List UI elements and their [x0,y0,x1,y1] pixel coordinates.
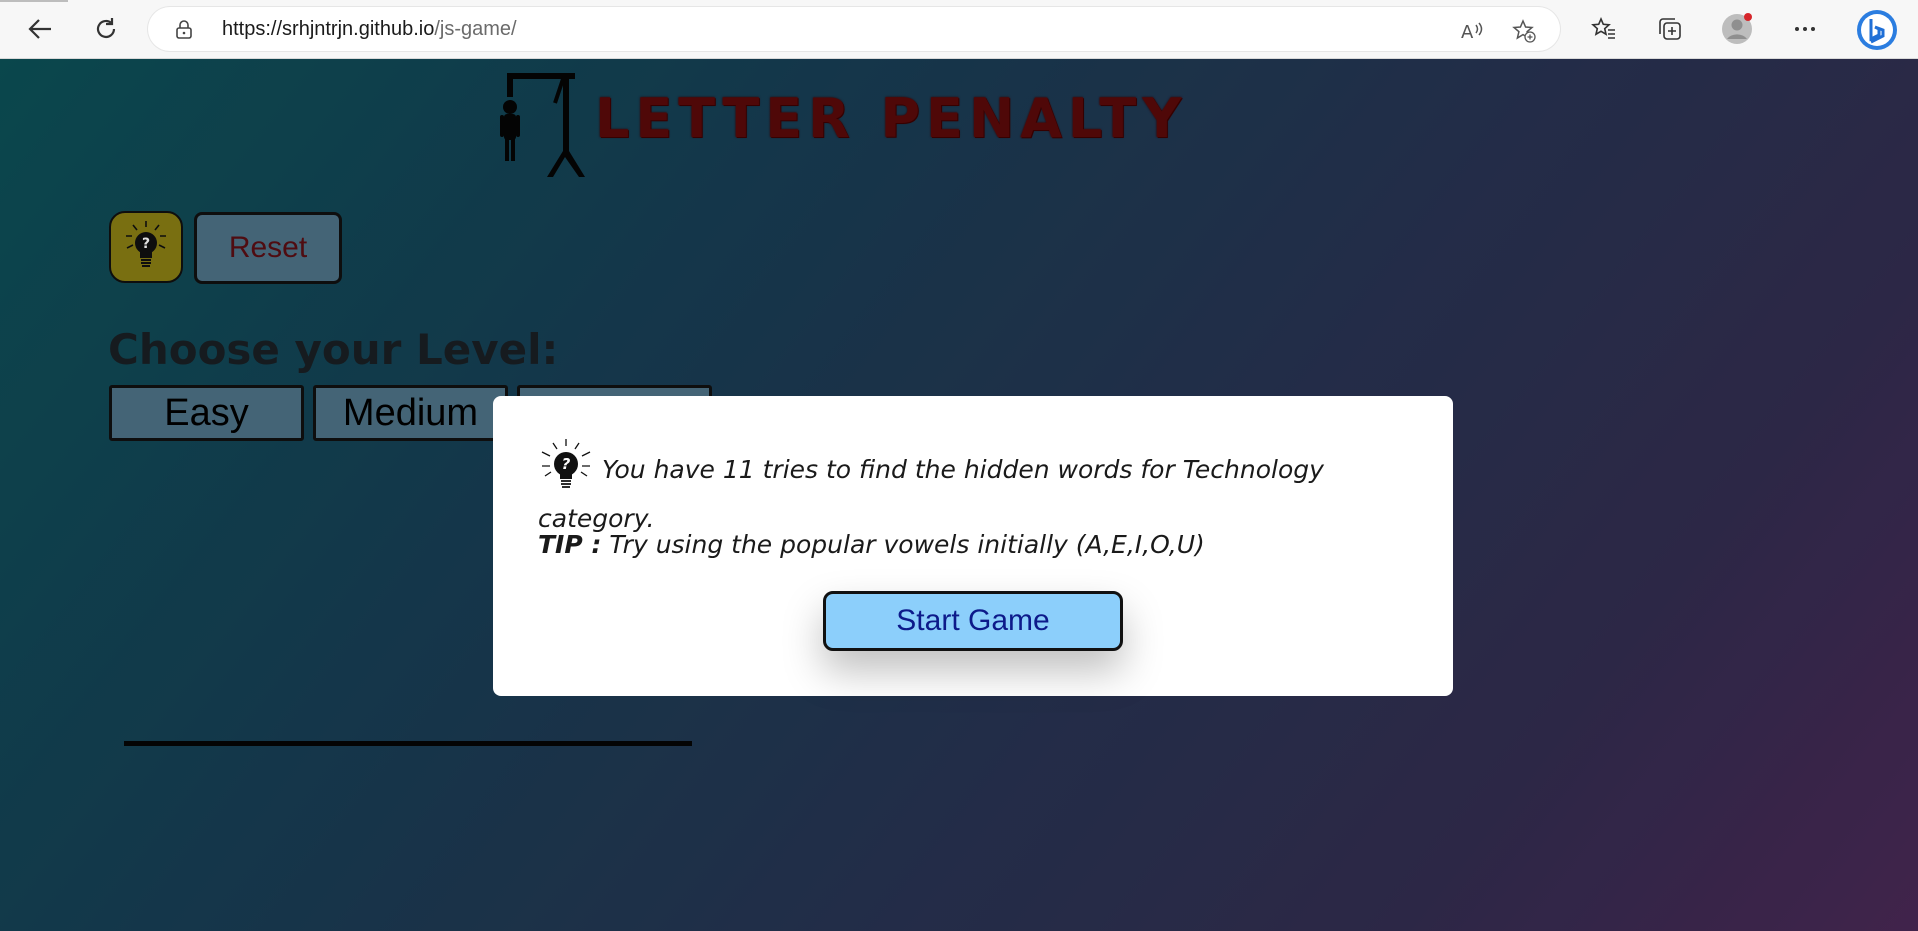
lightbulb-icon: ? [541,439,591,488]
browser-toolbar: https://srhjntrjn.github.io/js-game/ A [0,0,1918,59]
add-favorite-icon[interactable] [1512,19,1536,43]
url-host: https://srhjntrjn.github.io [222,18,435,40]
active-tab-indicator [0,0,68,2]
svg-text:?: ? [562,455,571,473]
tip-text: Try using the popular vowels initially (… [601,530,1205,559]
refresh-icon[interactable] [86,10,126,48]
modal-message-text: You have 11 tries to find the hidden wor… [538,455,1324,533]
read-aloud-icon[interactable]: A [1460,19,1484,43]
url-path: /js-game/ [434,18,517,40]
back-arrow-icon[interactable] [20,10,60,48]
instructions-modal: ? You have 11 tries to find the hidden w… [493,396,1453,696]
address-bar[interactable]: https://srhjntrjn.github.io/js-game/ A [148,7,1560,51]
modal-message: ? You have 11 tries to find the hidden w… [538,436,1418,543]
svg-text:A: A [1461,22,1474,43]
favorites-icon[interactable] [1587,12,1621,46]
game-page: LETTER PENALTY ? Reset Choose your Level… [0,59,1918,931]
bing-icon[interactable] [1855,8,1899,52]
start-game-button[interactable]: Start Game [823,591,1123,651]
profile-avatar-icon[interactable] [1720,12,1754,46]
more-icon[interactable] [1788,12,1822,46]
tip-label: TIP : [538,530,602,559]
lock-icon[interactable] [174,19,194,39]
url-text[interactable]: https://srhjntrjn.github.io/js-game/ [222,18,517,41]
collections-icon[interactable] [1653,12,1687,46]
modal-tip: TIP : Try using the popular vowels initi… [538,530,1418,559]
